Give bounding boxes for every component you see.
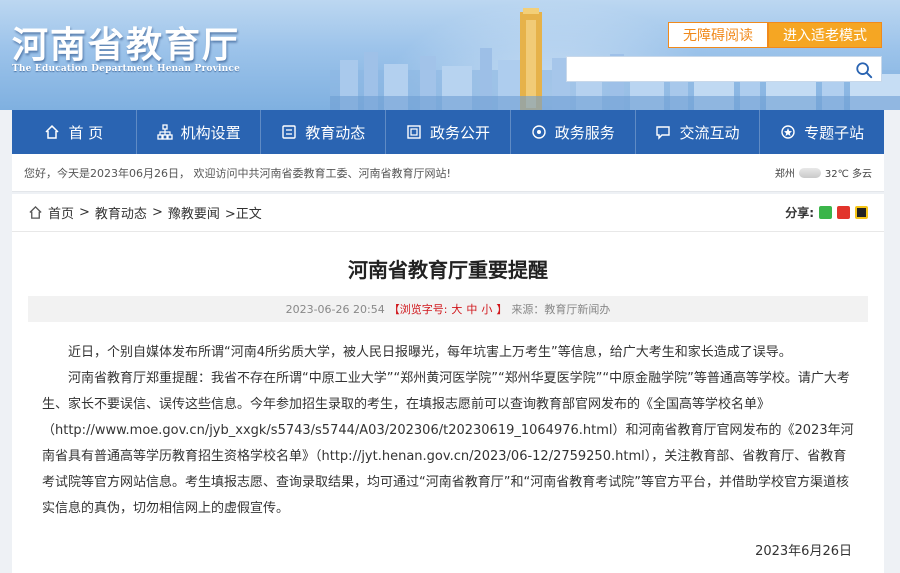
nav-item-gov-service[interactable]: 政务服务 xyxy=(511,110,636,154)
nav-item-news[interactable]: 教育动态 xyxy=(261,110,387,154)
welcome-bar: 您好，今天是2023年06月26日， 欢迎访问中共河南省委教育工委、河南省教育厅… xyxy=(12,154,884,192)
article: 河南省教育厅重要提醒 2023-06-26 20:54 【浏览字号: 大 中 小… xyxy=(12,232,884,573)
breadcrumb: 首页 > 教育动态 > 豫教要闻 >正文 分享: xyxy=(12,194,884,232)
nav-item-home[interactable]: 首 页 xyxy=(12,110,137,154)
breadcrumb-news[interactable]: 教育动态 xyxy=(95,203,147,222)
weather-widget: 郑州 32℃ 多云 xyxy=(775,165,872,180)
font-size-small-link[interactable]: 小 xyxy=(481,301,492,317)
nav-label: 政务公开 xyxy=(430,123,491,142)
home-icon xyxy=(45,124,59,139)
chat-icon xyxy=(656,126,671,140)
nav-label: 首 页 xyxy=(68,123,104,142)
cloud-icon xyxy=(798,167,821,178)
article-paragraph: 近日，个别自媒体发布所谓“河南4所劣质大学，被人民日报曝光，每年坑害上万考生”等… xyxy=(68,345,792,360)
header-banner: 河南省教育厅 The Education Department Henan Pr… xyxy=(0,0,900,110)
weather-city: 郑州 xyxy=(774,169,795,180)
breadcrumb-separator: > xyxy=(151,205,163,220)
font-size-large-link[interactable]: 大 xyxy=(451,301,462,317)
welcome-text: 您好，今天是2023年06月26日， 欢迎访问中共河南省委教育工委、河南省教育厅… xyxy=(24,166,451,180)
search-icon[interactable] xyxy=(855,61,873,79)
qq-share-icon[interactable] xyxy=(855,206,868,219)
article-source: 来源：教育厅新闻办 xyxy=(511,303,611,316)
service-icon xyxy=(532,125,546,139)
document-icon xyxy=(407,125,421,139)
home-icon xyxy=(29,205,42,219)
news-icon xyxy=(282,125,296,139)
font-size-medium-link[interactable]: 中 xyxy=(466,301,477,317)
share-label: 分享: xyxy=(785,206,814,220)
elder-mode-button[interactable]: 进入适老模式 xyxy=(768,22,882,48)
site-logo-title: 河南省教育厅 xyxy=(12,24,241,66)
nav-item-topics[interactable]: 专题子站 xyxy=(760,110,884,154)
search-input[interactable] xyxy=(567,57,849,81)
article-date: 2023年6月26日 xyxy=(755,544,852,559)
accessible-reading-button[interactable]: 无障碍阅读 xyxy=(668,22,768,48)
breadcrumb-separator: > xyxy=(79,205,90,220)
breadcrumb-henan-news[interactable]: 豫教要闻 xyxy=(168,203,220,222)
article-paragraph: 河南省教育厅郑重提醒：我省不存在所谓“中原工业大学”“郑州黄河医学院”“郑州华夏… xyxy=(42,371,854,516)
breadcrumb-home[interactable]: 首页 xyxy=(48,203,74,222)
wechat-share-icon[interactable] xyxy=(819,206,832,219)
article-meta: 2023-06-26 20:54 【浏览字号: 大 中 小 】 来源：教育厅新闻… xyxy=(28,296,868,322)
article-datetime: 2023-06-26 20:54 xyxy=(285,302,385,316)
nav-label: 教育动态 xyxy=(305,123,366,142)
city-skyline-image xyxy=(330,8,900,110)
article-title: 河南省教育厅重要提醒 xyxy=(348,258,548,282)
topic-icon xyxy=(781,125,795,139)
nav-label: 专题子站 xyxy=(804,123,865,142)
font-size-prefix: 【浏览字号: xyxy=(388,303,448,316)
nav-label: 政务服务 xyxy=(554,123,615,142)
nav-label: 交流互动 xyxy=(679,123,740,142)
article-body: 近日，个别自媒体发布所谓“河南4所劣质大学，被人民日报曝光，每年坑害上万考生”等… xyxy=(42,340,854,522)
site-logo-subtitle: The Education Department Henan Province xyxy=(12,64,240,74)
search-box xyxy=(566,56,882,82)
main-nav: 首 页 机构设置 教育动态 政务公开 政务服务 交流互动 专题子站 xyxy=(12,110,884,154)
nav-item-org[interactable]: 机构设置 xyxy=(137,110,262,154)
nav-label: 机构设置 xyxy=(180,123,241,142)
nav-item-interaction[interactable]: 交流互动 xyxy=(636,110,761,154)
share-bar: 分享: xyxy=(785,204,868,221)
org-icon xyxy=(156,124,173,140)
weather-info: 32℃ 多云 xyxy=(824,169,872,180)
font-size-suffix: 】 xyxy=(496,303,508,316)
breadcrumb-current: >正文 xyxy=(224,207,262,222)
weibo-share-icon[interactable] xyxy=(837,206,850,219)
nav-item-gov-affairs[interactable]: 政务公开 xyxy=(386,110,511,154)
